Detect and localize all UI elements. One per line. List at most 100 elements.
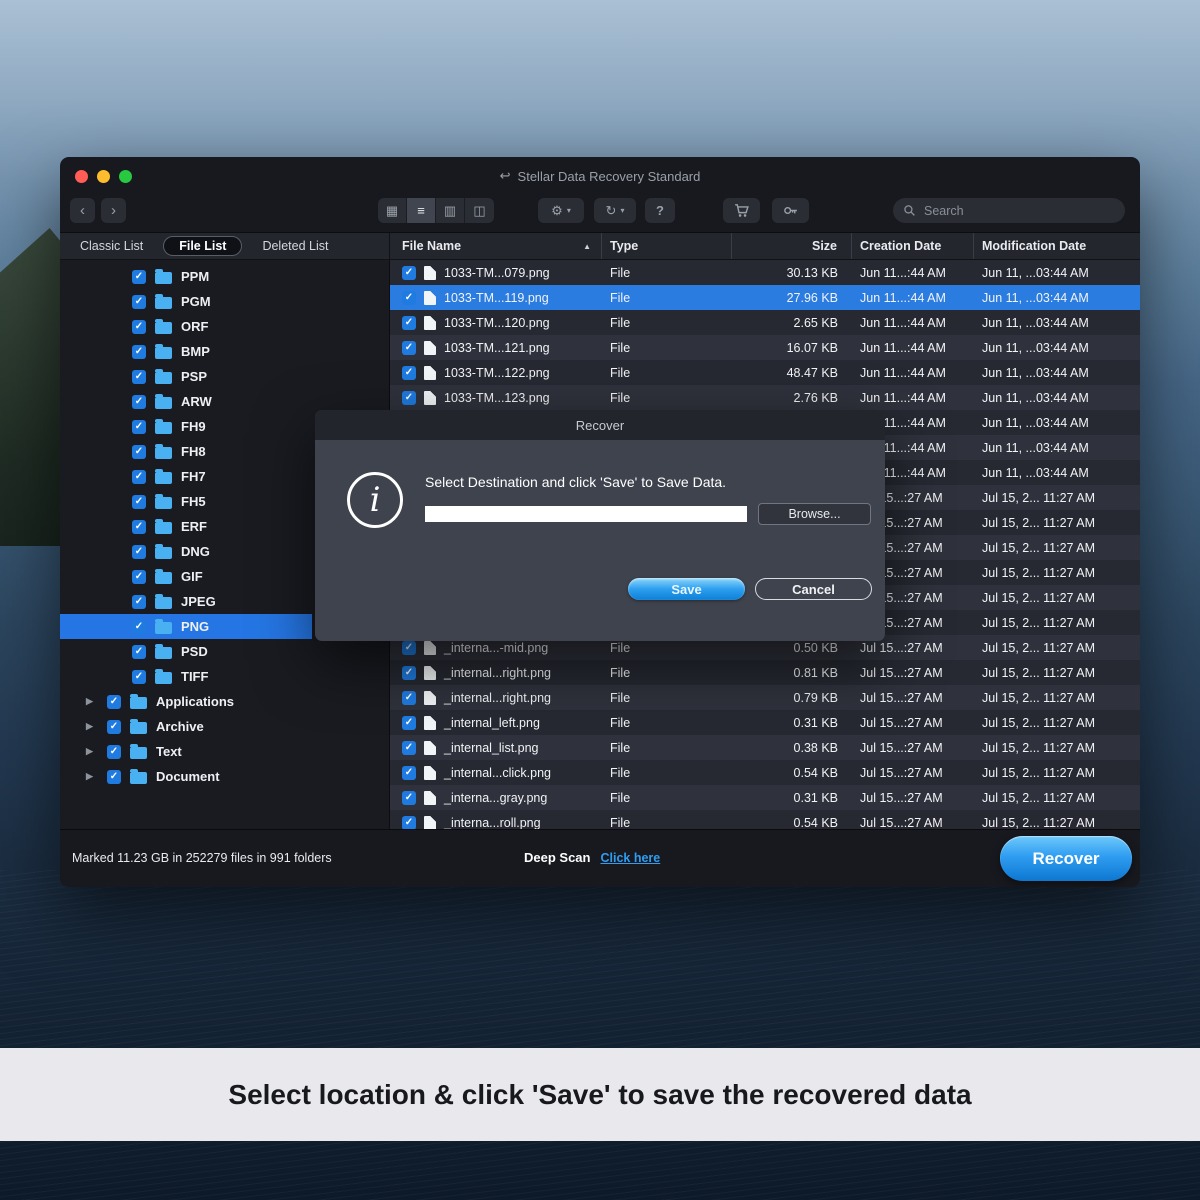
checkbox-checked[interactable]: ✓ (402, 341, 416, 355)
sidebar-item-ppm[interactable]: ✓PPM (60, 264, 312, 289)
checkbox-checked[interactable]: ✓ (107, 720, 121, 734)
checkbox-checked[interactable]: ✓ (132, 295, 146, 309)
sidebar-item-bmp[interactable]: ✓BMP (60, 339, 312, 364)
checkbox-checked[interactable]: ✓ (402, 766, 416, 780)
sidebar-item-applications[interactable]: ▶✓Applications (60, 689, 312, 714)
sidebar-item-jpeg[interactable]: ✓JPEG (60, 589, 312, 614)
deep-scan-link[interactable]: Click here (600, 851, 660, 865)
chevron-right-icon[interactable]: ▶ (86, 696, 98, 707)
checkbox-checked[interactable]: ✓ (132, 645, 146, 659)
checkbox-checked[interactable]: ✓ (402, 791, 416, 805)
table-row[interactable]: ✓_interna...gray.pngFile0.31 KBJul 15...… (390, 785, 1140, 810)
checkbox-checked[interactable]: ✓ (402, 741, 416, 755)
column-header-type[interactable]: Type (602, 233, 732, 259)
activation-button[interactable] (772, 198, 809, 223)
table-row[interactable]: ✓1033-TM...079.pngFile30.13 KBJun 11...:… (390, 260, 1140, 285)
checkbox-checked[interactable]: ✓ (132, 595, 146, 609)
sidebar-item-arw[interactable]: ✓ARW (60, 389, 312, 414)
sidebar-item-gif[interactable]: ✓GIF (60, 564, 312, 589)
settings-button[interactable]: ⚙ ▾ (538, 198, 584, 223)
chevron-right-icon[interactable]: ▶ (86, 771, 98, 782)
sidebar-item-psp[interactable]: ✓PSP (60, 364, 312, 389)
sidebar-item-fh9[interactable]: ✓FH9 (60, 414, 312, 439)
cancel-button[interactable]: Cancel (755, 578, 872, 600)
table-row[interactable]: ✓_internal...click.pngFile0.54 KBJul 15.… (390, 760, 1140, 785)
checkbox-checked[interactable]: ✓ (402, 716, 416, 730)
search-input[interactable] (922, 203, 1115, 219)
chevron-right-icon[interactable]: ▶ (86, 746, 98, 757)
checkbox-checked[interactable]: ✓ (132, 445, 146, 459)
coverflow-view-button[interactable]: ◫ (465, 198, 494, 223)
chevron-right-icon[interactable]: ▶ (86, 721, 98, 732)
checkbox-checked[interactable]: ✓ (132, 370, 146, 384)
checkbox-checked[interactable]: ✓ (132, 520, 146, 534)
checkbox-checked[interactable]: ✓ (402, 266, 416, 280)
sidebar-item-psd[interactable]: ✓PSD (60, 639, 312, 664)
sidebar-item-orf[interactable]: ✓ORF (60, 314, 312, 339)
tab-classic-list[interactable]: Classic List (80, 239, 143, 253)
checkbox-checked[interactable]: ✓ (402, 666, 416, 680)
list-view-button[interactable]: ≡ (407, 198, 436, 223)
column-view-button[interactable]: ▥ (436, 198, 465, 223)
sidebar-item-fh7[interactable]: ✓FH7 (60, 464, 312, 489)
search-field[interactable] (893, 198, 1125, 223)
table-row[interactable]: ✓1033-TM...123.pngFile2.76 KBJun 11...:4… (390, 385, 1140, 410)
nav-back-button[interactable]: ‹ (70, 198, 95, 223)
checkbox-checked[interactable]: ✓ (132, 395, 146, 409)
checkbox-checked[interactable]: ✓ (402, 366, 416, 380)
minimize-window-button[interactable] (97, 170, 110, 183)
zoom-window-button[interactable] (119, 170, 132, 183)
sidebar-item-document[interactable]: ▶✓Document (60, 764, 312, 789)
destination-path-input[interactable] (425, 506, 747, 522)
save-button[interactable]: Save (628, 578, 745, 600)
checkbox-checked[interactable]: ✓ (132, 320, 146, 334)
sidebar-item-dng[interactable]: ✓DNG (60, 539, 312, 564)
refresh-button[interactable]: ↻ ▾ (594, 198, 636, 223)
sidebar-item-tiff[interactable]: ✓TIFF (60, 664, 312, 689)
table-row[interactable]: ✓_internal...right.pngFile0.79 KBJul 15.… (390, 685, 1140, 710)
column-header-file-name[interactable]: File Name ▲ (390, 233, 602, 259)
checkbox-checked[interactable]: ✓ (402, 641, 416, 655)
column-header-modification-date[interactable]: Modification Date (974, 233, 1140, 259)
sidebar-item-png[interactable]: ✓PNG (60, 614, 312, 639)
table-row[interactable]: ✓_internal_left.pngFile0.31 KBJul 15...:… (390, 710, 1140, 735)
checkbox-checked[interactable]: ✓ (132, 570, 146, 584)
table-row[interactable]: ✓_internal_list.pngFile0.38 KBJul 15...:… (390, 735, 1140, 760)
column-header-size[interactable]: Size (732, 233, 852, 259)
table-row[interactable]: ✓1033-TM...119.pngFile27.96 KBJun 11...:… (390, 285, 1140, 310)
checkbox-checked[interactable]: ✓ (402, 391, 416, 405)
sidebar-item-text[interactable]: ▶✓Text (60, 739, 312, 764)
browse-button[interactable]: Browse... (758, 503, 871, 525)
checkbox-checked[interactable]: ✓ (132, 620, 146, 634)
nav-forward-button[interactable]: › (101, 198, 126, 223)
checkbox-checked[interactable]: ✓ (107, 695, 121, 709)
help-button[interactable]: ? (645, 198, 675, 223)
checkbox-checked[interactable]: ✓ (402, 816, 416, 830)
checkbox-checked[interactable]: ✓ (107, 770, 121, 784)
sidebar-item-fh5[interactable]: ✓FH5 (60, 489, 312, 514)
close-window-button[interactable] (75, 170, 88, 183)
table-row[interactable]: ✓1033-TM...120.pngFile2.65 KBJun 11...:4… (390, 310, 1140, 335)
sidebar-item-erf[interactable]: ✓ERF (60, 514, 312, 539)
checkbox-checked[interactable]: ✓ (402, 691, 416, 705)
table-row[interactable]: ✓1033-TM...121.pngFile16.07 KBJun 11...:… (390, 335, 1140, 360)
sidebar-item-fh8[interactable]: ✓FH8 (60, 439, 312, 464)
checkbox-checked[interactable]: ✓ (132, 545, 146, 559)
checkbox-checked[interactable]: ✓ (107, 745, 121, 759)
table-row[interactable]: ✓_internal...right.pngFile0.81 KBJul 15.… (390, 660, 1140, 685)
checkbox-checked[interactable]: ✓ (132, 470, 146, 484)
column-header-creation-date[interactable]: Creation Date (852, 233, 974, 259)
checkbox-checked[interactable]: ✓ (132, 670, 146, 684)
recover-button[interactable]: Recover (1000, 836, 1132, 881)
tab-file-list[interactable]: File List (163, 236, 242, 256)
buy-button[interactable] (723, 198, 760, 223)
checkbox-checked[interactable]: ✓ (402, 316, 416, 330)
tab-deleted-list[interactable]: Deleted List (262, 239, 328, 253)
checkbox-checked[interactable]: ✓ (132, 270, 146, 284)
sidebar-item-pgm[interactable]: ✓PGM (60, 289, 312, 314)
checkbox-checked[interactable]: ✓ (132, 420, 146, 434)
table-row[interactable]: ✓_interna...roll.pngFile0.54 KBJul 15...… (390, 810, 1140, 829)
checkbox-checked[interactable]: ✓ (132, 495, 146, 509)
grid-view-button[interactable]: ▦ (378, 198, 407, 223)
checkbox-checked[interactable]: ✓ (132, 345, 146, 359)
